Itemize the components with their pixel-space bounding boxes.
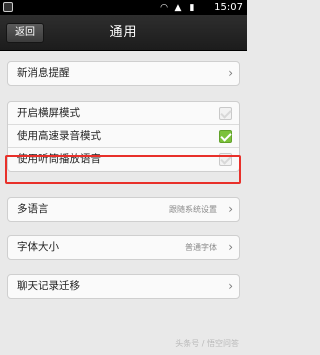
row-value: 跟随系统设置	[169, 205, 217, 214]
row-label: 字体大小	[17, 241, 59, 253]
signal-icon: ▲	[174, 2, 182, 13]
status-time: 15:07	[214, 2, 243, 13]
watermark: 头条号 / 悟空问答	[175, 339, 239, 348]
back-button[interactable]: 返回	[6, 23, 44, 43]
font-group: 字体大小 普通字体 ›	[7, 235, 240, 260]
chevron-right-icon: ›	[228, 202, 233, 216]
row-label: 开启横屏模式	[17, 107, 80, 119]
chevron-right-icon: ›	[228, 240, 233, 254]
row-high-speed-recording[interactable]: 使用高速录音模式	[8, 125, 239, 148]
status-bar: ◠ ▲ ▮ 15:07	[0, 0, 247, 15]
battery-icon: ▮	[189, 2, 195, 13]
row-new-message-alerts[interactable]: 新消息提醒 ›	[8, 62, 239, 85]
earpiece-playback-checkbox[interactable]	[219, 153, 232, 166]
landscape-mode-checkbox[interactable]	[219, 107, 232, 120]
toggle-group: 开启横屏模式 使用高速录音模式 使用听筒播放语音	[7, 101, 240, 172]
row-label: 新消息提醒	[17, 67, 70, 79]
row-font-size[interactable]: 字体大小 普通字体 ›	[8, 236, 239, 259]
high-speed-recording-checkbox[interactable]	[219, 130, 232, 143]
wifi-icon: ◠	[160, 2, 168, 13]
chevron-right-icon: ›	[228, 66, 233, 80]
status-icons: ◠ ▲ ▮	[159, 2, 197, 13]
notification-group: 新消息提醒 ›	[7, 61, 240, 86]
row-landscape-mode[interactable]: 开启横屏模式	[8, 102, 239, 125]
row-label: 使用高速录音模式	[17, 130, 101, 142]
row-label: 多语言	[17, 203, 49, 215]
language-group: 多语言 跟随系统设置 ›	[7, 197, 240, 222]
row-value: 普通字体	[185, 243, 217, 252]
chat-group: 聊天记录迁移 ›	[7, 274, 240, 299]
row-earpiece-playback[interactable]: 使用听筒播放语音	[8, 148, 239, 171]
row-multi-language[interactable]: 多语言 跟随系统设置 ›	[8, 198, 239, 221]
row-chat-history-migration[interactable]: 聊天记录迁移 ›	[8, 275, 239, 298]
row-label: 使用听筒播放语音	[17, 153, 101, 165]
title-bar: 通用 返回	[0, 15, 247, 51]
row-label: 聊天记录迁移	[17, 280, 80, 292]
notification-icon	[3, 2, 13, 12]
chevron-right-icon: ›	[228, 279, 233, 293]
